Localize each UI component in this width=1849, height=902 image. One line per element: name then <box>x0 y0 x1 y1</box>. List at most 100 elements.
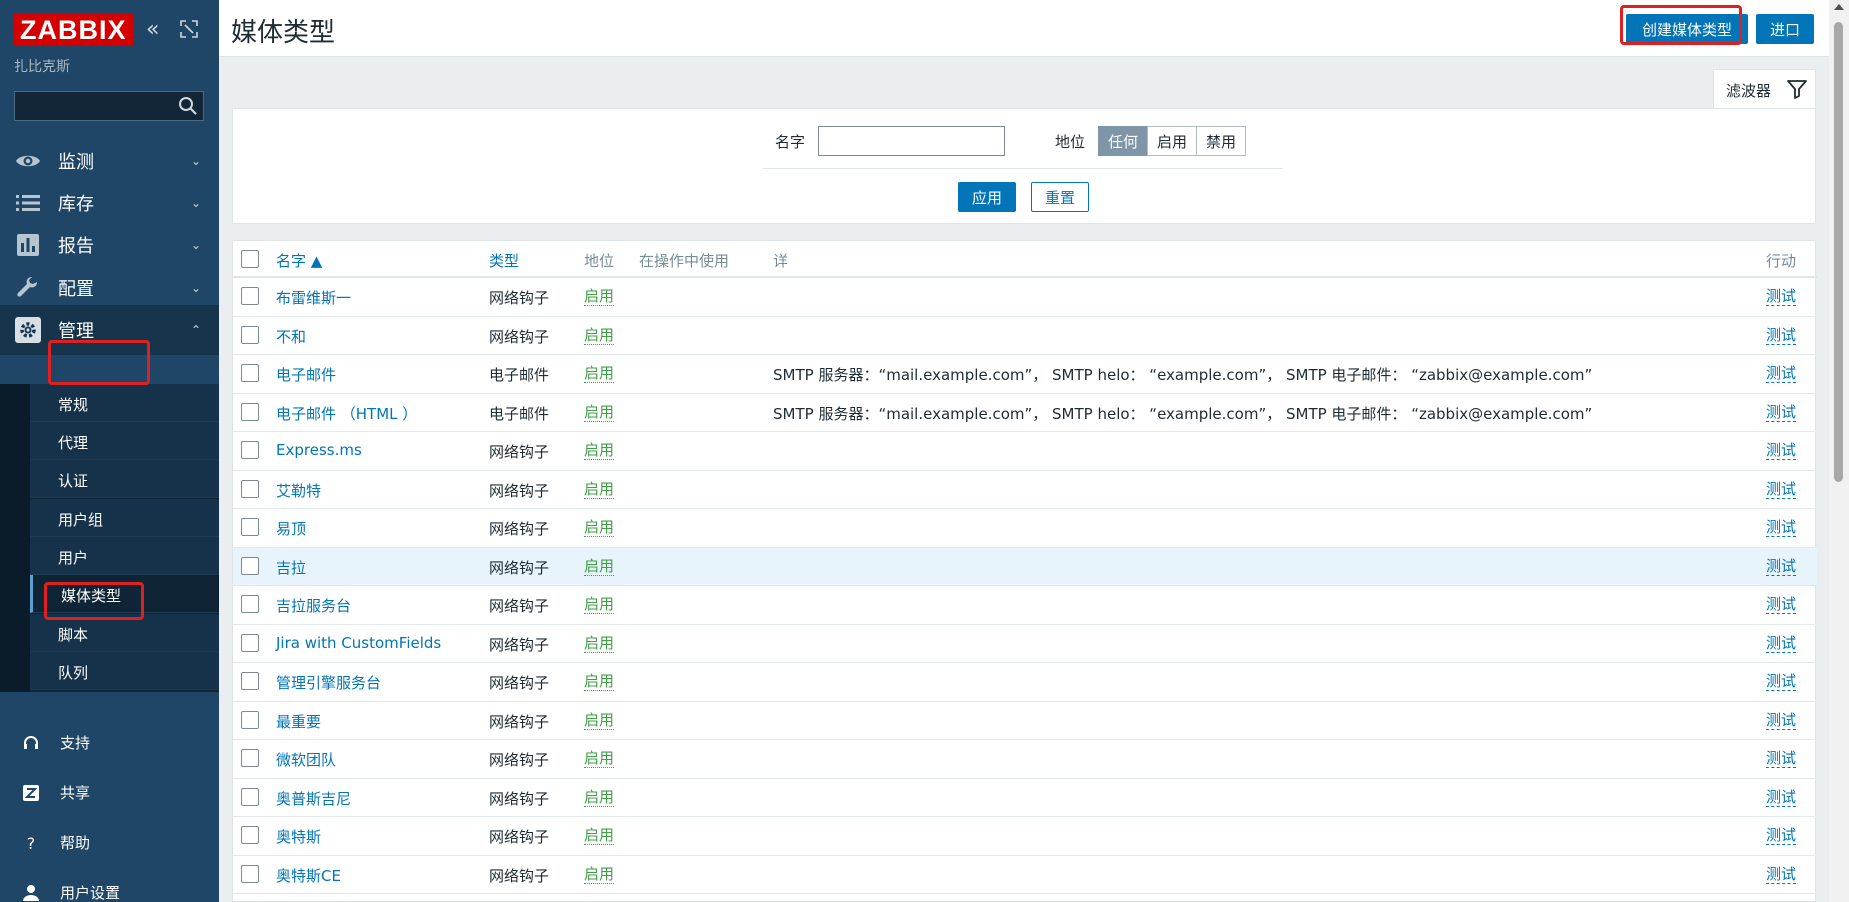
nav-support[interactable]: 支持 <box>0 718 219 766</box>
scrollbar-thumb[interactable] <box>1834 22 1843 482</box>
media-type-name-link[interactable]: 微软团队 <box>276 749 336 770</box>
submenu-user-groups[interactable]: 用户组 <box>30 499 219 537</box>
highlight-box-admin <box>48 340 150 385</box>
media-type-name-link[interactable]: 艾勒特 <box>276 480 321 501</box>
status-toggle-link[interactable]: 启用 <box>584 672 615 691</box>
column-header-type[interactable]: 类型 <box>489 250 519 271</box>
status-toggle-link[interactable]: 启用 <box>584 557 615 576</box>
test-link[interactable]: 测试 <box>1766 557 1797 576</box>
z-share-icon <box>20 782 42 804</box>
status-toggle-link[interactable]: 启用 <box>584 826 615 845</box>
row-checkbox[interactable] <box>241 479 259 498</box>
test-link[interactable]: 测试 <box>1766 480 1797 499</box>
test-link[interactable]: 测试 <box>1766 364 1797 383</box>
reset-button[interactable]: 重置 <box>1031 182 1089 212</box>
row-checkbox[interactable] <box>241 633 259 652</box>
media-type-name-link[interactable]: 最重要 <box>276 711 321 732</box>
media-type-name-link[interactable]: 奥特斯CE <box>276 865 341 886</box>
row-checkbox[interactable] <box>241 441 259 459</box>
nav-user-settings[interactable]: 用户设置 <box>0 868 219 902</box>
media-type-type: 网络钩子 <box>489 443 550 461</box>
row-checkbox[interactable] <box>241 556 259 575</box>
column-header-name[interactable]: 名字 ▲ <box>276 250 322 271</box>
test-link[interactable]: 测试 <box>1766 788 1797 807</box>
media-type-name-link[interactable]: 不和 <box>276 326 306 347</box>
test-link[interactable]: 测试 <box>1766 595 1797 614</box>
row-checkbox[interactable] <box>241 402 259 421</box>
nav-help[interactable]: ? 帮助 <box>0 818 219 866</box>
status-disabled-option[interactable]: 禁用 <box>1196 126 1246 156</box>
status-toggle-link[interactable]: 启用 <box>584 788 615 807</box>
status-toggle-link[interactable]: 启用 <box>584 441 615 460</box>
zabbix-logo[interactable]: ZABBIX <box>14 14 133 46</box>
status-any-option[interactable]: 任何 <box>1098 126 1148 156</box>
status-toggle-link[interactable]: 启用 <box>584 364 615 383</box>
test-link[interactable]: 测试 <box>1766 749 1797 768</box>
test-link[interactable]: 测试 <box>1766 672 1797 691</box>
scrollbar[interactable] <box>1829 0 1849 902</box>
media-type-name-link[interactable]: 吉拉服务台 <box>276 595 351 616</box>
media-type-name-link[interactable]: 吉拉 <box>276 557 306 578</box>
media-type-name-link[interactable]: 管理引擎服务台 <box>276 672 381 693</box>
row-checkbox[interactable] <box>241 364 259 382</box>
search-icon[interactable] <box>178 96 198 116</box>
status-toggle-link[interactable]: 启用 <box>584 287 615 306</box>
media-type-name-link[interactable]: 布雷维斯一 <box>276 287 351 308</box>
submenu-proxies[interactable]: 代理 <box>30 422 219 460</box>
media-type-name-link[interactable]: 奥普斯吉尼 <box>276 788 351 809</box>
apply-button[interactable]: 应用 <box>958 182 1016 212</box>
media-type-name-link[interactable]: Express.ms <box>276 441 362 459</box>
status-toggle-link[interactable]: 启用 <box>584 595 615 614</box>
status-toggle-link[interactable]: 启用 <box>584 711 615 730</box>
table-row: 不和 网络钩子 启用 测试 <box>233 317 1817 355</box>
row-checkbox[interactable] <box>241 672 259 690</box>
import-button[interactable]: 进口 <box>1756 14 1814 44</box>
status-toggle-link[interactable]: 启用 <box>584 403 615 422</box>
scroll-up-arrow[interactable] <box>1834 4 1844 10</box>
media-type-type: 网络钩子 <box>489 289 550 307</box>
media-type-details: SMTP 服务器：“mail.example.com”， SMTP helo： … <box>773 366 1593 384</box>
status-enabled-option[interactable]: 启用 <box>1147 126 1197 156</box>
status-toggle-link[interactable]: 启用 <box>584 518 615 537</box>
filter-tab[interactable]: 滤波器 <box>1713 69 1816 109</box>
row-checkbox[interactable] <box>241 826 259 844</box>
row-checkbox[interactable] <box>241 710 259 729</box>
submenu-users[interactable]: 用户 <box>30 537 219 575</box>
test-link[interactable]: 测试 <box>1766 711 1797 730</box>
row-checkbox[interactable] <box>241 864 259 883</box>
sidebar-search-input[interactable] <box>14 91 204 121</box>
test-link[interactable]: 测试 <box>1766 826 1797 845</box>
test-link[interactable]: 测试 <box>1766 865 1797 884</box>
test-link[interactable]: 测试 <box>1766 518 1797 537</box>
row-checkbox[interactable] <box>241 749 259 767</box>
nav-share[interactable]: 共享 <box>0 768 219 816</box>
status-toggle-link[interactable]: 启用 <box>584 749 615 768</box>
submenu-queue[interactable]: 队列 <box>30 652 219 690</box>
status-toggle-link[interactable]: 启用 <box>584 865 615 884</box>
test-link[interactable]: 测试 <box>1766 326 1797 345</box>
row-checkbox[interactable] <box>241 287 259 305</box>
media-type-name-link[interactable]: 电子邮件 <box>276 364 336 385</box>
collapse-sidebar-icon[interactable]: « <box>146 18 170 42</box>
submenu-authentication[interactable]: 认证 <box>30 460 219 498</box>
select-all-checkbox[interactable] <box>241 250 259 268</box>
status-toggle-link[interactable]: 启用 <box>584 634 615 653</box>
media-type-name-link[interactable]: Jira with CustomFields <box>276 634 441 652</box>
test-link[interactable]: 测试 <box>1766 634 1797 653</box>
media-type-type: 网络钩子 <box>489 481 550 500</box>
media-type-name-link[interactable]: 奥特斯 <box>276 826 321 847</box>
media-type-name-link[interactable]: 电子邮件 （HTML ） <box>276 403 417 424</box>
row-checkbox[interactable] <box>241 595 259 613</box>
test-link[interactable]: 测试 <box>1766 287 1797 306</box>
filter-name-input[interactable] <box>818 126 1005 156</box>
row-checkbox[interactable] <box>241 518 259 536</box>
status-toggle-link[interactable]: 启用 <box>584 480 615 499</box>
submenu-general[interactable]: 常规 <box>30 384 219 422</box>
media-type-name-link[interactable]: 易顶 <box>276 518 306 539</box>
row-checkbox[interactable] <box>241 787 259 806</box>
kiosk-mode-icon[interactable] <box>180 20 198 38</box>
status-toggle-link[interactable]: 启用 <box>584 326 615 345</box>
test-link[interactable]: 测试 <box>1766 403 1797 422</box>
test-link[interactable]: 测试 <box>1766 441 1797 460</box>
row-checkbox[interactable] <box>241 325 259 344</box>
